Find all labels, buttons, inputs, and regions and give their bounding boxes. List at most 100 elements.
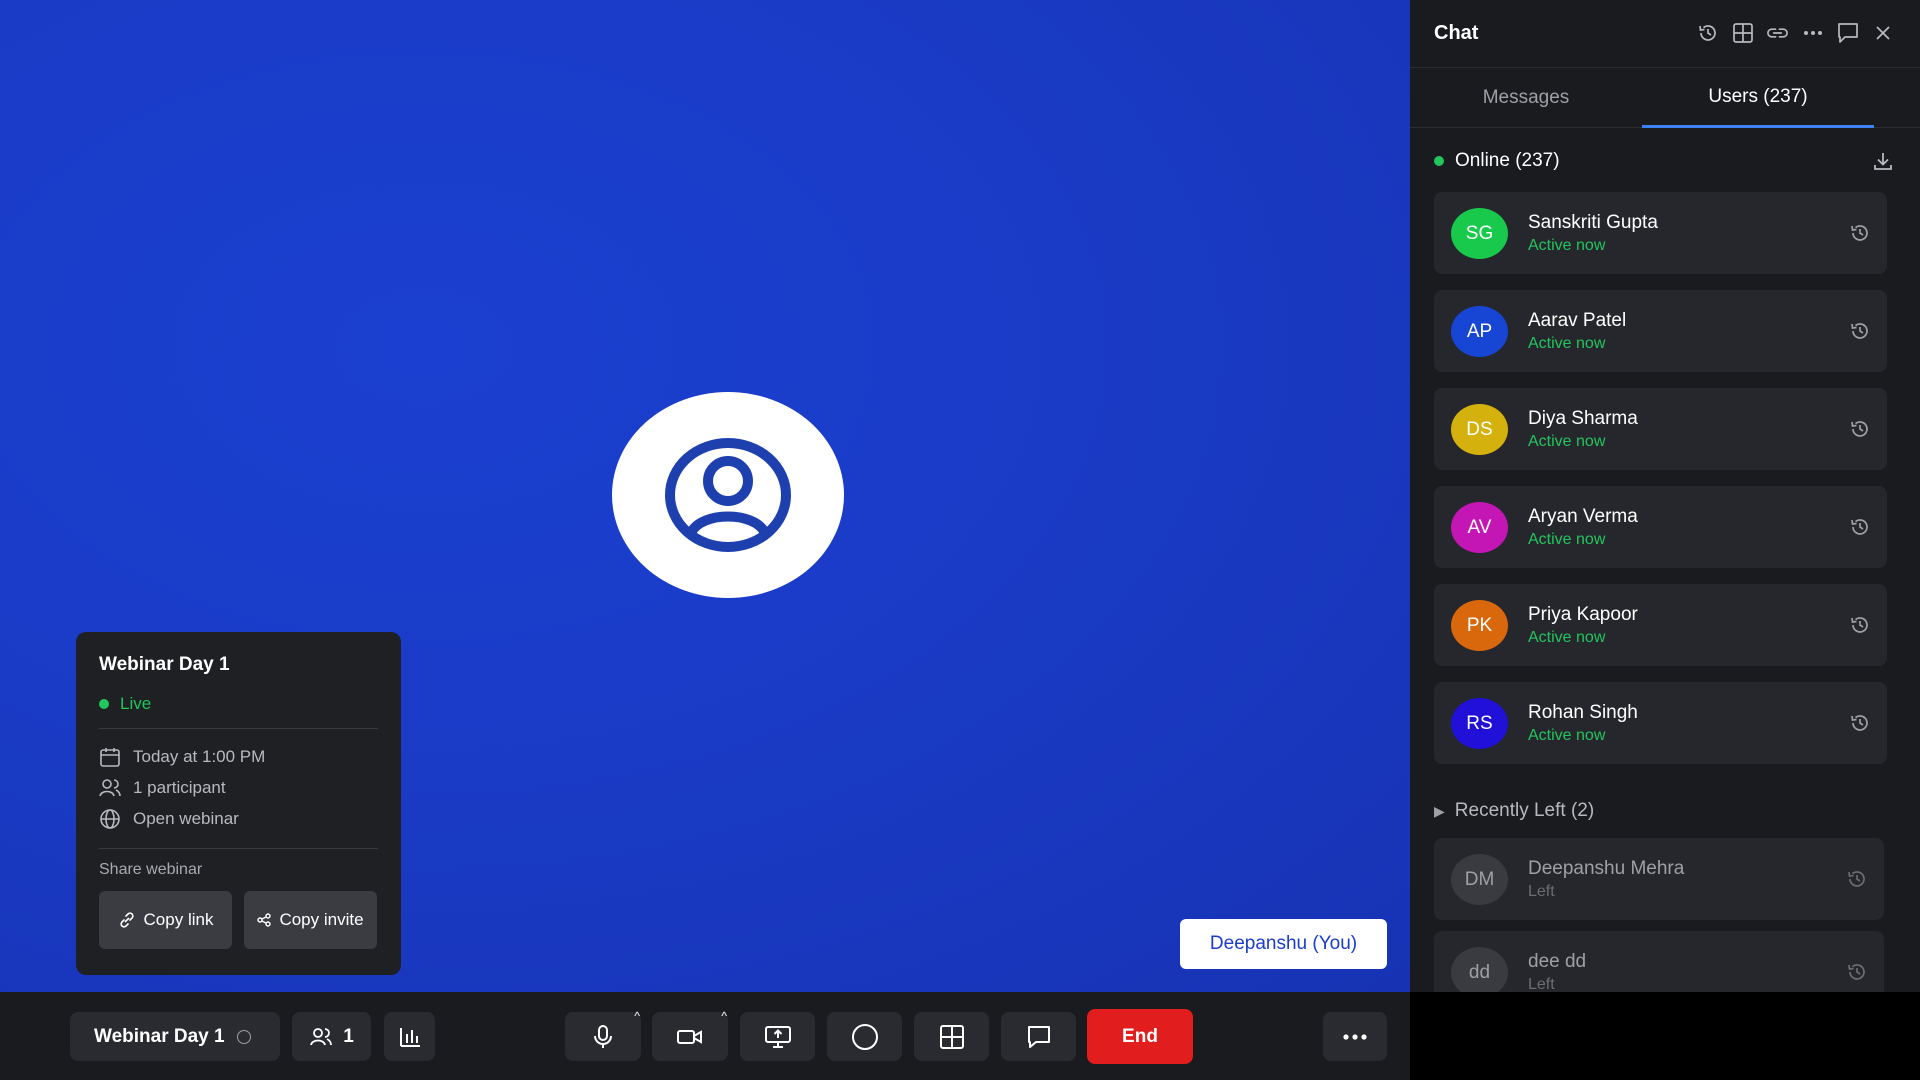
user-list-item[interactable]: RS Rohan Singh Active now <box>1434 682 1887 764</box>
chat-bubble-icon[interactable] <box>1836 21 1859 44</box>
online-section-header: Online (237) <box>1434 150 1560 172</box>
link-icon[interactable] <box>1766 21 1789 44</box>
user-list-item[interactable]: dd dee dd Left <box>1434 931 1884 992</box>
user-name: Priya Kapoor <box>1528 604 1638 625</box>
history-icon[interactable] <box>1846 961 1868 988</box>
video-camera-icon <box>677 1029 702 1044</box>
record-icon <box>851 1023 878 1050</box>
user-name: Aryan Verma <box>1528 506 1638 527</box>
avatar: AP <box>1451 306 1508 357</box>
copy-link-button[interactable]: Copy link <box>99 891 232 949</box>
close-icon[interactable] <box>1871 21 1894 44</box>
user-name: dee dd <box>1528 951 1587 972</box>
divider <box>99 728 378 729</box>
status-circle-icon <box>236 1029 251 1044</box>
user-list-item[interactable]: SG Sanskriti Gupta Active now <box>1434 192 1887 274</box>
webinar-title: Webinar Day 1 <box>99 654 230 675</box>
tab-users[interactable]: Users (237) <box>1642 68 1874 128</box>
chevron-up-icon[interactable]: ^ <box>634 1009 640 1023</box>
avatar: AV <box>1451 502 1508 553</box>
sidebar-tabs: Messages Users (237) <box>1410 68 1920 128</box>
microphone-button[interactable]: ^ <box>565 1009 641 1061</box>
webinar-type-text: Open webinar <box>133 808 239 828</box>
share-icon <box>257 913 272 927</box>
chat-sidebar: Chat Messages Users (237) Online (237) S… <box>1410 0 1920 992</box>
sidebar-header: Chat <box>1410 0 1920 68</box>
schedule-text: Today at 1:00 PM <box>133 746 266 766</box>
download-icon[interactable] <box>1872 150 1894 177</box>
end-button[interactable]: End <box>1087 1009 1193 1064</box>
webinar-name-label: Webinar Day 1 <box>94 1025 225 1047</box>
user-list-item[interactable]: AV Aryan Verma Active now <box>1434 486 1887 568</box>
user-name: Deepanshu Mehra <box>1528 858 1685 879</box>
grid-icon[interactable] <box>1731 21 1754 44</box>
calendar-icon <box>100 747 120 767</box>
user-name: Aarav Patel <box>1528 310 1627 331</box>
sidebar-title: Chat <box>1434 22 1479 44</box>
avatar: dd <box>1451 947 1508 992</box>
more-options-button[interactable] <box>1323 1012 1387 1061</box>
layout-button[interactable] <box>914 1012 989 1061</box>
screen-share-button[interactable] <box>740 1012 815 1061</box>
user-name: Diya Sharma <box>1528 408 1638 429</box>
participants-row: 1 participant <box>99 772 378 803</box>
chevron-up-icon[interactable]: ^ <box>721 1009 727 1023</box>
participant-count: 1 <box>343 1025 354 1047</box>
record-button[interactable] <box>827 1012 902 1061</box>
copy-link-label: Copy link <box>143 910 214 929</box>
user-list-item[interactable]: DM Deepanshu Mehra Left <box>1434 838 1884 920</box>
share-label: Share webinar <box>99 861 203 878</box>
people-icon <box>310 1027 333 1045</box>
user-status: Left <box>1528 976 1555 992</box>
avatar: DM <box>1451 854 1508 905</box>
grid-icon <box>939 1024 964 1049</box>
user-status: Active now <box>1528 433 1606 450</box>
avatar: SG <box>1451 208 1508 259</box>
chat-bubble-icon <box>1027 1025 1050 1048</box>
more-horizontal-icon <box>1343 1033 1367 1040</box>
history-icon[interactable] <box>1846 868 1868 895</box>
user-list-item[interactable]: DS Diya Sharma Active now <box>1434 388 1887 470</box>
stats-button[interactable] <box>384 1012 435 1061</box>
user-status: Active now <box>1528 335 1606 352</box>
live-dot-icon <box>99 699 109 709</box>
copy-invite-button[interactable]: Copy invite <box>244 891 377 949</box>
history-icon[interactable] <box>1849 614 1871 641</box>
bar-chart-icon <box>399 1027 420 1047</box>
history-icon[interactable] <box>1849 222 1871 249</box>
camera-button[interactable]: ^ <box>652 1009 728 1061</box>
user-list-item[interactable]: PK Priya Kapoor Active now <box>1434 584 1887 666</box>
participants-text: 1 participant <box>133 777 226 797</box>
share-buttons: Copy link Copy invite <box>99 891 378 949</box>
recently-left-label: Recently Left (2) <box>1454 800 1595 821</box>
microphone-icon <box>594 1024 612 1048</box>
globe-icon <box>100 808 120 829</box>
live-status: Live <box>99 694 378 714</box>
webinar-name-button[interactable]: Webinar Day 1 <box>70 1012 280 1061</box>
avatar: RS <box>1451 698 1508 749</box>
live-label: Live <box>120 694 152 713</box>
end-label: End <box>1122 1025 1158 1047</box>
user-status: Active now <box>1528 237 1606 254</box>
history-icon[interactable] <box>1849 712 1871 739</box>
history-icon[interactable] <box>1696 21 1719 44</box>
more-horizontal-icon[interactable] <box>1801 21 1824 44</box>
participants-button[interactable]: 1 <box>292 1012 371 1061</box>
copy-invite-label: Copy invite <box>279 910 364 929</box>
link-icon <box>119 912 134 928</box>
tab-messages[interactable]: Messages <box>1410 68 1642 128</box>
screen-share-icon <box>764 1025 791 1048</box>
divider <box>99 848 378 849</box>
user-status: Left <box>1528 883 1555 900</box>
self-name-tag: Deepanshu (You) <box>1180 919 1387 969</box>
webinar-info-card: Webinar Day 1 Live Today at 1:00 PM 1 pa… <box>76 632 401 975</box>
user-list-item[interactable]: AP Aarav Patel Active now <box>1434 290 1887 372</box>
chat-button[interactable] <box>1001 1012 1076 1061</box>
avatar: DS <box>1451 404 1508 455</box>
recently-left-toggle[interactable]: ▶ Recently Left (2) <box>1434 800 1594 822</box>
history-icon[interactable] <box>1849 516 1871 543</box>
user-status: Active now <box>1528 531 1606 548</box>
history-icon[interactable] <box>1849 418 1871 445</box>
history-icon[interactable] <box>1849 320 1871 347</box>
user-icon <box>665 438 791 552</box>
